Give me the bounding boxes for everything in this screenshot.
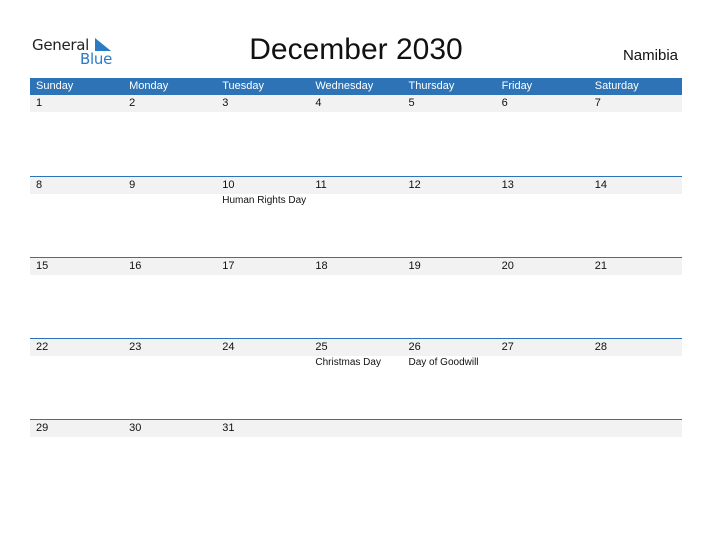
day-number: 8 — [36, 179, 43, 191]
week-days: 1 2 3 4 5 6 7 — [30, 95, 682, 112]
week-row: 22 23 24 25 Christmas Day 26 Day of Goodwill 27… — [30, 338, 682, 419]
week-days: 22 23 24 25 Christmas Day 26 Day of Goodwill 27… — [30, 339, 682, 369]
day-cell: 2 — [123, 95, 216, 112]
day-cell: 17 — [216, 258, 309, 275]
day-number: 20 — [501, 260, 514, 272]
day-number: 17 — [222, 260, 235, 272]
day-cell: 28 — [589, 339, 682, 369]
day-number — [595, 420, 682, 437]
day-number: 14 — [594, 179, 607, 191]
day-cell: 18 — [309, 258, 402, 275]
day-number: 29 — [36, 422, 49, 434]
week-days: 29 30 31 — [30, 420, 682, 437]
day-number: 15 — [36, 260, 49, 272]
day-cell: 21 — [589, 258, 682, 275]
day-number: 4 — [315, 97, 322, 109]
day-number: 9 — [129, 179, 136, 191]
day-cell — [403, 420, 496, 437]
day-number: 27 — [501, 341, 514, 353]
day-cell: 22 — [30, 339, 123, 369]
day-number: 31 — [222, 422, 235, 434]
day-cell — [589, 420, 682, 437]
day-number: 21 — [594, 260, 607, 272]
day-cell: 12 — [403, 177, 496, 207]
day-number: 26 — [408, 341, 421, 353]
day-number: 12 — [408, 179, 421, 191]
weekday-thursday: Thursday — [408, 80, 455, 92]
day-number: 1 — [36, 97, 43, 109]
day-number: 3 — [222, 97, 229, 109]
day-cell: 19 — [403, 258, 496, 275]
day-cell: 15 — [30, 258, 123, 275]
day-cell: 1 — [30, 95, 123, 112]
day-number: 10 — [222, 179, 235, 191]
day-number: 28 — [594, 341, 607, 353]
day-number: 18 — [315, 260, 328, 272]
day-cell — [309, 420, 402, 437]
weeks-container: 1 2 3 4 5 6 7 8 9 10 Human Rights Day 11 12 13 14 15 16 1… — [30, 95, 682, 500]
day-number: 25 — [315, 341, 328, 353]
weekday-header: Sunday Monday Tuesday Wednesday Thursday… — [30, 78, 682, 95]
holiday-label: Christmas Day — [315, 357, 381, 368]
week-row: 15 16 17 18 19 20 21 — [30, 257, 682, 338]
day-number: 13 — [501, 179, 514, 191]
calendar-title: December 2030 — [249, 33, 463, 66]
day-cell: 29 — [30, 420, 123, 437]
day-cell: 5 — [403, 95, 496, 112]
day-number: 24 — [222, 341, 235, 353]
holiday-label: Day of Goodwill — [408, 357, 479, 368]
day-cell: 13 — [496, 177, 589, 207]
weekday-friday: Friday — [501, 80, 533, 92]
calendar-grid: Sunday Monday Tuesday Wednesday Thursday… — [30, 78, 682, 500]
weekday-monday: Monday — [129, 80, 169, 92]
holiday-label: Human Rights Day — [222, 195, 307, 206]
day-cell: 3 — [216, 95, 309, 112]
country-label: Namibia — [622, 47, 678, 64]
day-cell: 26 Day of Goodwill — [403, 339, 496, 369]
day-cell: 11 — [309, 177, 402, 207]
day-number: 5 — [408, 97, 415, 109]
day-cell: 16 — [123, 258, 216, 275]
day-cell: 31 — [216, 420, 309, 437]
day-number: 16 — [129, 260, 142, 272]
week-days: 8 9 10 Human Rights Day 11 12 13 14 — [30, 177, 682, 207]
weekday-saturday: Saturday — [594, 80, 639, 92]
day-cell: 27 — [496, 339, 589, 369]
weekday-sunday: Sunday — [36, 80, 74, 92]
day-number — [315, 420, 402, 437]
week-row: 1 2 3 4 5 6 7 — [30, 95, 682, 176]
day-number: 7 — [594, 97, 601, 109]
weekday-tuesday: Tuesday — [222, 80, 265, 92]
day-cell — [496, 420, 589, 437]
day-number: 23 — [129, 341, 142, 353]
day-number — [502, 420, 589, 437]
day-number — [409, 420, 496, 437]
week-days: 15 16 17 18 19 20 21 — [30, 258, 682, 275]
day-cell: 30 — [123, 420, 216, 437]
day-cell: 6 — [496, 95, 589, 112]
day-number: 2 — [129, 97, 136, 109]
day-cell: 4 — [309, 95, 402, 112]
day-number: 30 — [129, 422, 142, 434]
week-row: 29 30 31 — [30, 419, 682, 500]
day-number: 6 — [501, 97, 508, 109]
day-cell: 9 — [123, 177, 216, 207]
weekday-wednesday: Wednesday — [315, 80, 374, 92]
day-cell: 20 — [496, 258, 589, 275]
day-number: 11 — [315, 179, 327, 191]
day-number: 22 — [36, 341, 49, 353]
day-cell: 23 — [123, 339, 216, 369]
day-cell: 24 — [216, 339, 309, 369]
week-row: 8 9 10 Human Rights Day 11 12 13 14 — [30, 176, 682, 257]
day-cell: 10 Human Rights Day — [216, 177, 309, 207]
day-cell: 25 Christmas Day — [309, 339, 402, 369]
day-cell: 14 — [589, 177, 682, 207]
day-number: 19 — [408, 260, 421, 272]
day-cell: 7 — [589, 95, 682, 112]
day-cell: 8 — [30, 177, 123, 207]
